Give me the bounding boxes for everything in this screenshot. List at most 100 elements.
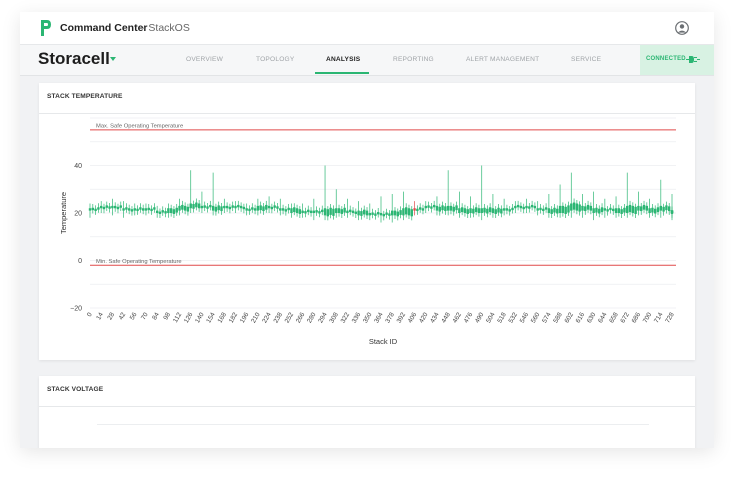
candle-body [304,211,307,214]
x-tick-label: 658 [608,311,620,324]
stack-voltage-title: STACK VOLTAGE [47,386,104,393]
app-window: Command Center - StackOS Storacell OVERV… [20,12,714,448]
candle-body [273,205,276,208]
tab-analysis[interactable]: ANALYSIS [326,56,360,63]
candle-body [519,205,523,209]
candle-body [301,210,304,213]
candle-body [578,204,581,212]
candle-body [248,208,251,212]
candle-body [483,207,486,213]
p-logo-icon[interactable] [40,19,52,37]
candle-body [130,209,134,212]
reference-line-label: Min. Safe Operating Temperature [96,259,182,265]
candle-body [620,209,623,214]
candle-body [584,206,587,212]
candle-body [444,206,447,212]
x-tick-label: 154 [205,311,217,324]
candle-body [214,206,218,212]
candle-body [463,208,467,213]
candle-body [567,205,570,213]
user-avatar-icon[interactable] [675,21,689,35]
active-tab-indicator [315,72,369,74]
tab-topology[interactable]: TOPOLOGY [256,56,295,63]
candle-body [542,208,545,212]
x-tick-label: 392 [396,311,408,324]
candle-body [626,205,629,213]
candle-body [606,209,609,212]
x-tick-label: 336 [351,311,363,324]
candle-body [279,208,282,211]
candle-body [295,208,299,213]
candle-body [668,206,671,212]
candle-body [399,210,402,215]
candle-body [337,208,341,213]
x-tick-label: 630 [586,311,598,324]
x-tick-label: 364 [373,311,385,324]
x-tick-label: 686 [631,311,643,324]
x-tick-label: 714 [653,311,665,324]
candle-body [558,205,562,213]
candle-body [609,207,612,211]
candle-body [480,208,483,213]
candle-body [645,205,649,211]
site-selector[interactable]: Storacell [38,49,110,69]
candle-body [598,208,601,214]
candle-body [603,208,607,211]
x-tick-label: 308 [328,311,340,324]
candle-body [561,205,565,213]
candle-body [209,204,212,208]
caret-down-icon[interactable] [110,57,116,61]
candle-body [393,210,397,216]
top-bar: Command Center - StackOS [20,12,714,44]
tab-overview[interactable]: OVERVIEW [186,56,223,63]
x-tick-label: 574 [541,311,553,324]
app-subtitle: - StackOS [142,22,190,34]
x-tick-label: 672 [619,311,631,324]
candle-body [267,205,271,209]
x-tick-label: 238 [273,311,285,324]
x-tick-label: 588 [552,311,564,324]
candle-body [654,208,657,214]
candle-body [600,207,604,213]
tab-reporting[interactable]: REPORTING [393,56,434,63]
candle-body [161,210,164,213]
candle-body [189,203,192,209]
x-tick-label: 252 [284,311,296,324]
candle-body [477,208,481,213]
candle-body [365,210,369,216]
candle-body [656,207,660,213]
candle-body [651,207,654,213]
x-tick-label: 532 [508,311,520,324]
candle-body [525,205,528,209]
x-tick-label: 294 [317,311,329,324]
candle-body [634,206,637,214]
candle-body [200,205,204,209]
candle-body [164,211,167,214]
candle-body [234,205,237,209]
candle-body [329,207,332,215]
candle-body [323,208,327,216]
x-tick-label: 182 [228,311,240,324]
candle-body [253,208,257,211]
candle-body [326,209,330,217]
candle-body [181,204,184,210]
voltage-chart-gridline [97,424,649,425]
candle-body [539,207,542,211]
connection-status[interactable]: CONNECTED [640,45,714,75]
candle-body [172,209,176,214]
candle-body [505,208,509,211]
x-tick-label: 322 [340,311,352,324]
tab-service[interactable]: SERVICE [571,56,601,63]
x-tick-label: 126 [183,311,195,324]
x-tick-label: 504 [485,311,497,324]
candle-body [363,209,366,215]
tab-alert-management[interactable]: ALERT MANAGEMENT [466,56,539,63]
candle-body [407,208,411,216]
candle-body [242,206,246,210]
x-tick-label: 476 [463,311,475,324]
candle-body [530,204,534,208]
candle-body [553,207,556,213]
candle-body [203,205,206,208]
candle-body [514,205,517,209]
candle-body [413,208,416,211]
